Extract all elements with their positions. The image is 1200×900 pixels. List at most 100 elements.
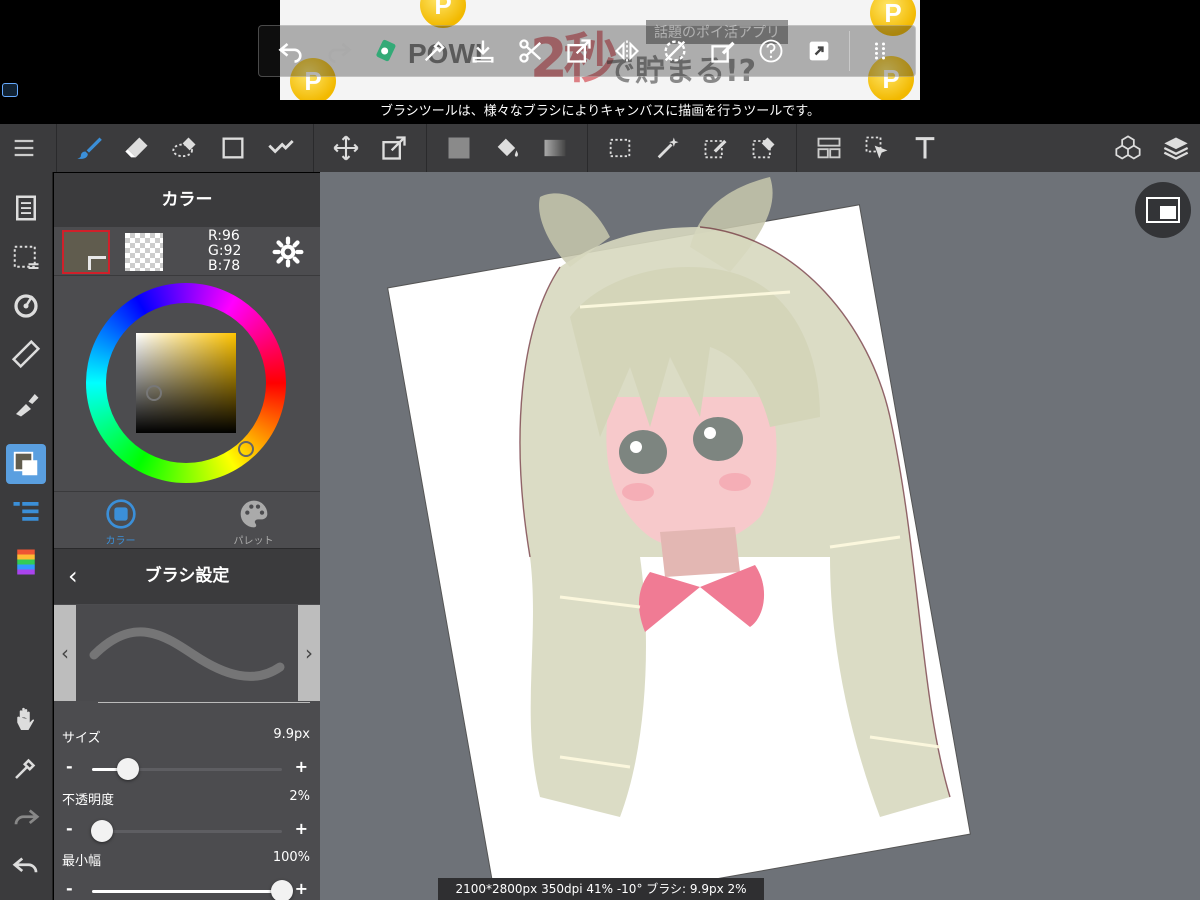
snap-button[interactable] <box>6 286 46 326</box>
rect-select-button[interactable] <box>596 124 644 172</box>
pointer-select-button[interactable] <box>853 124 901 172</box>
main-toolbar <box>0 124 1200 172</box>
pages-button[interactable] <box>6 188 46 228</box>
min-width-decrease-button[interactable]: - <box>66 879 73 898</box>
artwork-eye <box>693 417 743 461</box>
opacity-decrease-button[interactable]: - <box>66 819 73 838</box>
flip-button[interactable] <box>603 27 651 75</box>
size-label: サイズ <box>62 731 101 746</box>
color-bar-button[interactable] <box>6 542 46 582</box>
layer-list-button[interactable] <box>6 492 46 532</box>
paint-bucket-button[interactable] <box>483 124 531 172</box>
left-tool-column <box>0 172 53 900</box>
3d-model-button[interactable] <box>1104 124 1152 172</box>
size-value: 9.9px <box>273 727 310 742</box>
ruler-icon <box>11 339 41 369</box>
pointer-select-icon <box>865 136 888 159</box>
opacity-slider-track[interactable] <box>90 820 282 842</box>
gear-icon[interactable] <box>272 236 304 268</box>
color-wheel[interactable] <box>86 283 286 483</box>
gradient-icon <box>544 139 566 157</box>
shape-tool-button[interactable] <box>209 124 257 172</box>
hand-tool-button[interactable] <box>6 700 46 740</box>
menu-button[interactable] <box>0 124 48 172</box>
transform-icon <box>382 136 406 160</box>
canvas-area[interactable] <box>320 172 1200 900</box>
ruler-button[interactable] <box>6 334 46 374</box>
eraser-tool-button[interactable] <box>113 124 161 172</box>
sv-picker-handle[interactable] <box>146 385 162 401</box>
cut-button[interactable] <box>507 27 555 75</box>
select-pen-button[interactable] <box>692 124 740 172</box>
help-icon <box>759 39 783 63</box>
eyedropper-tool-button[interactable] <box>6 748 46 788</box>
eyedropper-button[interactable] <box>411 27 459 75</box>
hue-picker-handle[interactable] <box>238 441 254 457</box>
min-width-slider-track[interactable] <box>92 880 293 900</box>
select-tool-button[interactable] <box>257 124 305 172</box>
transform-button[interactable] <box>555 27 603 75</box>
gradient-button[interactable] <box>531 124 579 172</box>
opacity-slider[interactable]: - + <box>54 819 320 845</box>
undo-button[interactable] <box>6 846 46 886</box>
size-increase-button[interactable]: + <box>295 757 308 776</box>
edit-selection-button[interactable] <box>699 27 747 75</box>
import-button[interactable] <box>459 27 507 75</box>
transparent-color-swatch[interactable] <box>125 233 163 271</box>
size-slider-track[interactable] <box>92 758 282 780</box>
redo-button[interactable] <box>315 27 363 75</box>
3d-icon <box>1115 135 1141 160</box>
back-button[interactable]: ‹ <box>68 549 78 604</box>
help-button[interactable] <box>747 27 795 75</box>
grip-icon <box>874 42 886 60</box>
layers-button[interactable] <box>1152 124 1200 172</box>
artwork-bow <box>700 565 765 627</box>
size-decrease-button[interactable]: - <box>66 757 73 776</box>
select-all-button[interactable] <box>363 27 411 75</box>
hand-icon <box>17 707 35 730</box>
next-brush-button[interactable]: › <box>298 605 320 701</box>
background-color-swatch[interactable] <box>88 256 106 270</box>
rect-select-icon <box>609 138 631 158</box>
brush-icon <box>77 137 102 159</box>
palette-icon <box>240 500 267 528</box>
drag-handle[interactable] <box>856 27 904 75</box>
tool-hint-bar: ブラシツールは、様々なブラシによりキャンバスに描画を行うツールです。 <box>0 100 1200 124</box>
navigator-button[interactable] <box>1135 182 1191 238</box>
saturation-value-square[interactable] <box>136 333 236 433</box>
fill-color-button[interactable] <box>435 124 483 172</box>
rgb-r-value: R:96 <box>208 228 240 244</box>
undo-icon <box>278 43 302 63</box>
brush-tool-button[interactable] <box>65 124 113 172</box>
min-width-slider[interactable]: - + <box>54 879 320 900</box>
window-indicator-icon <box>2 83 18 97</box>
prev-brush-button[interactable]: ‹ <box>54 605 76 701</box>
lasso-eraser-button[interactable] <box>161 124 209 172</box>
undo-button[interactable] <box>267 27 315 75</box>
foreground-color-swatch[interactable] <box>62 230 110 274</box>
clear-selection-button[interactable] <box>651 27 699 75</box>
transform-tool-button[interactable] <box>370 124 418 172</box>
opacity-increase-button[interactable]: + <box>295 819 308 838</box>
opacity-slider-thumb[interactable] <box>90 820 113 842</box>
min-width-increase-button[interactable]: + <box>295 879 308 898</box>
color-panel-title: カラー <box>54 173 320 227</box>
size-slider-thumb[interactable] <box>117 758 140 780</box>
fill-pen-button[interactable] <box>6 384 46 424</box>
size-slider[interactable]: - + <box>54 757 320 783</box>
magic-wand-button[interactable] <box>644 124 692 172</box>
tile-button[interactable] <box>805 124 853 172</box>
tab-palette[interactable]: パレット <box>187 492 320 548</box>
min-width-slider-thumb[interactable] <box>271 880 293 900</box>
toolbar-divider <box>796 124 797 172</box>
move-tool-button[interactable] <box>322 124 370 172</box>
color-panel-button[interactable] <box>6 444 46 484</box>
select-eraser-button[interactable] <box>740 124 788 172</box>
text-tool-button[interactable] <box>901 124 949 172</box>
layer-list-icon <box>13 502 39 521</box>
swatch-row: R:96 G:92 B:78 <box>54 228 320 276</box>
selection-button[interactable] <box>6 238 46 278</box>
share-button[interactable] <box>795 27 843 75</box>
redo-button[interactable] <box>6 798 46 838</box>
tab-color[interactable]: カラー <box>54 492 187 548</box>
